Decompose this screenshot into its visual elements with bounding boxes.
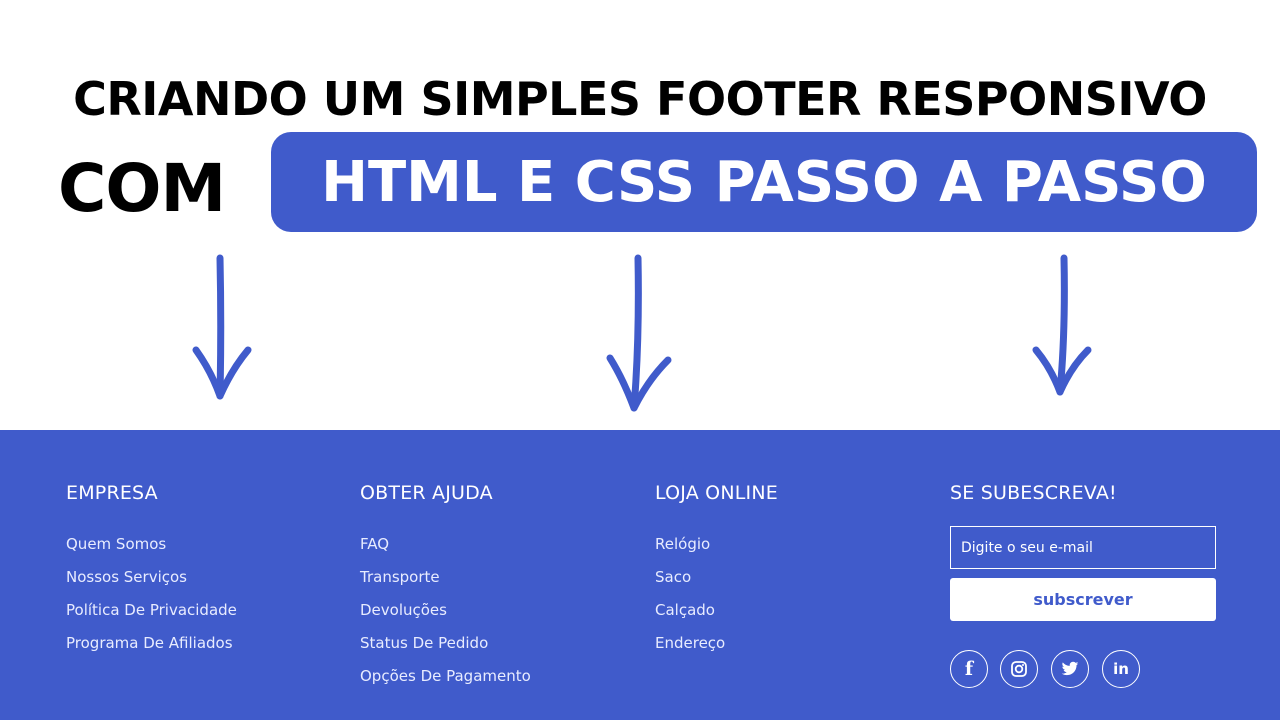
footer-link[interactable]: FAQ [360, 535, 389, 553]
linkedin-glyph: in [1113, 660, 1129, 678]
footer-column-title: OBTER AJUDA [360, 482, 493, 504]
footer-column-loja-online: LOJA ONLINE Relógio Saco Calçado Endereç… [655, 482, 778, 660]
hero-title-line-1: CRIANDO UM SIMPLES FOOTER RESPONSIVO [73, 72, 1207, 126]
arrow-down-icon [1032, 254, 1092, 396]
footer-column-subscribe: SE SUBESCREVA! [950, 482, 1117, 504]
subscribe-button[interactable]: subscrever [950, 578, 1216, 621]
facebook-icon[interactable]: f [950, 650, 988, 688]
facebook-glyph: f [964, 658, 974, 680]
footer-column-empresa: EMPRESA Quem Somos Nossos Serviços Polít… [66, 482, 237, 660]
subscribe-title: SE SUBESCREVA! [950, 482, 1117, 504]
instagram-icon[interactable] [1000, 650, 1038, 688]
linkedin-icon[interactable]: in [1102, 650, 1140, 688]
email-input[interactable] [950, 526, 1216, 569]
footer-link[interactable]: Devoluções [360, 601, 447, 619]
footer-link[interactable]: Política De Privacidade [66, 601, 237, 619]
instagram-glyph-icon [1011, 661, 1027, 677]
footer-link[interactable]: Status De Pedido [360, 634, 488, 652]
footer-link[interactable]: Programa De Afiliados [66, 634, 233, 652]
footer-column-title: LOJA ONLINE [655, 482, 778, 504]
footer-link[interactable]: Quem Somos [66, 535, 166, 553]
footer-link[interactable]: Endereço [655, 634, 725, 652]
footer-link[interactable]: Calçado [655, 601, 715, 619]
footer-column-title: EMPRESA [66, 482, 158, 504]
hero-title-highlight: HTML E CSS PASSO A PASSO [271, 132, 1257, 232]
footer-link[interactable]: Opções De Pagamento [360, 667, 531, 685]
site-footer: EMPRESA Quem Somos Nossos Serviços Polít… [0, 430, 1280, 720]
footer-link[interactable]: Transporte [360, 568, 440, 586]
arrow-down-icon [192, 254, 252, 400]
arrow-down-icon [606, 254, 672, 412]
footer-column-obter-ajuda: OBTER AJUDA FAQ Transporte Devoluções St… [360, 482, 531, 693]
footer-link[interactable]: Saco [655, 568, 691, 586]
twitter-icon[interactable] [1051, 650, 1089, 688]
twitter-bird-icon [1061, 661, 1079, 676]
footer-link[interactable]: Relógio [655, 535, 710, 553]
footer-link[interactable]: Nossos Serviços [66, 568, 187, 586]
hero-title-com: COM [58, 150, 226, 227]
